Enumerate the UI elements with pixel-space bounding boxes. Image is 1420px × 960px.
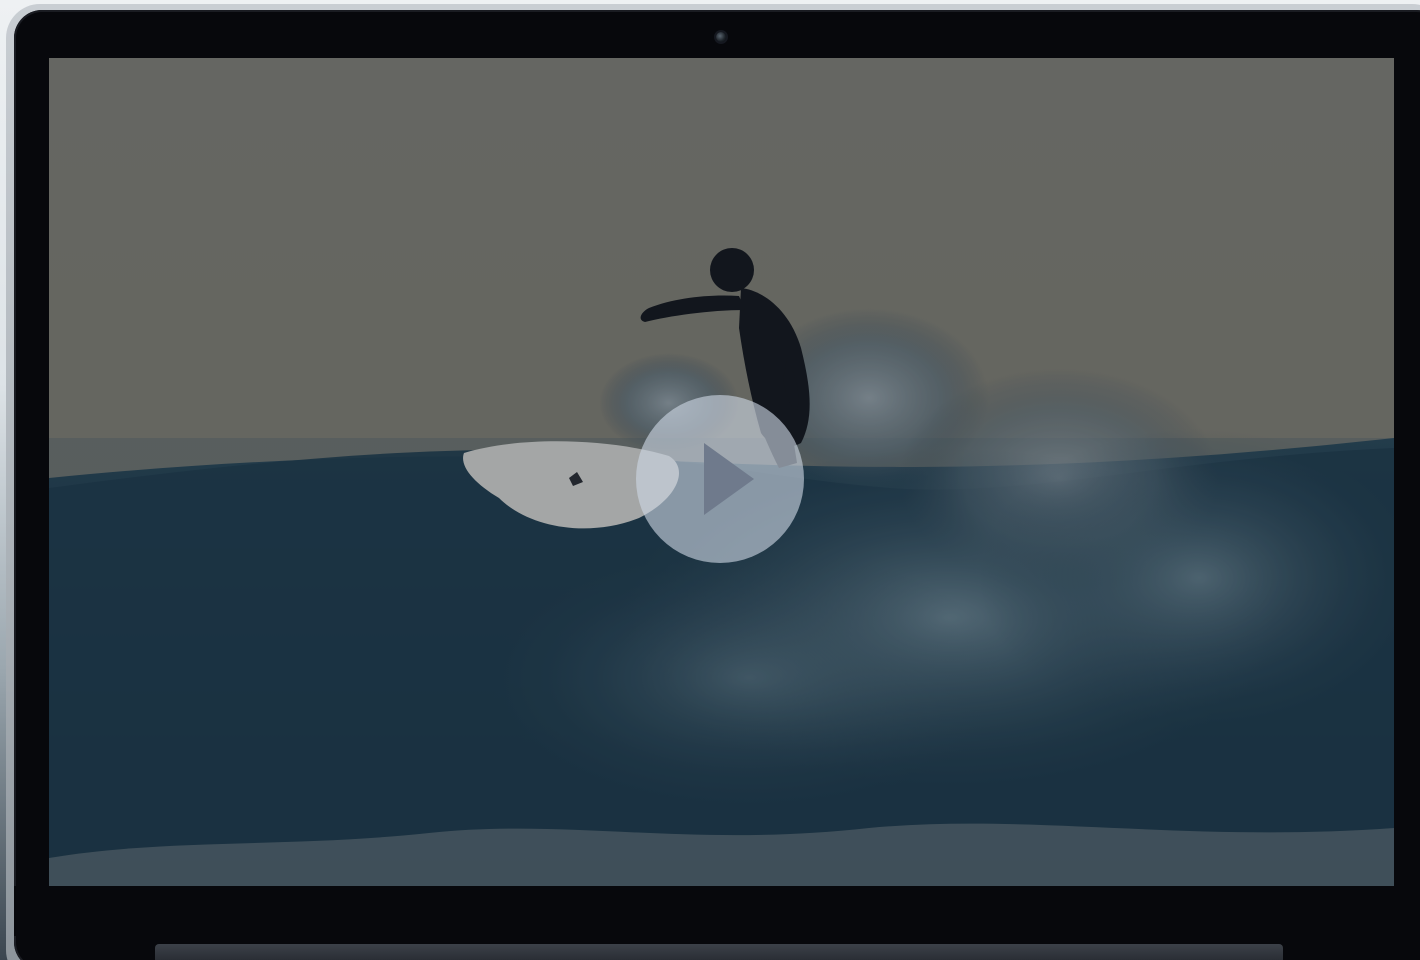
webcam-icon (716, 32, 726, 42)
play-icon (704, 443, 754, 515)
page-background (0, 0, 1420, 960)
laptop-chin (14, 886, 1420, 936)
play-button[interactable] (636, 395, 804, 563)
video-player[interactable] (49, 58, 1394, 886)
laptop-hinge (155, 944, 1283, 960)
laptop-screen (49, 58, 1394, 886)
